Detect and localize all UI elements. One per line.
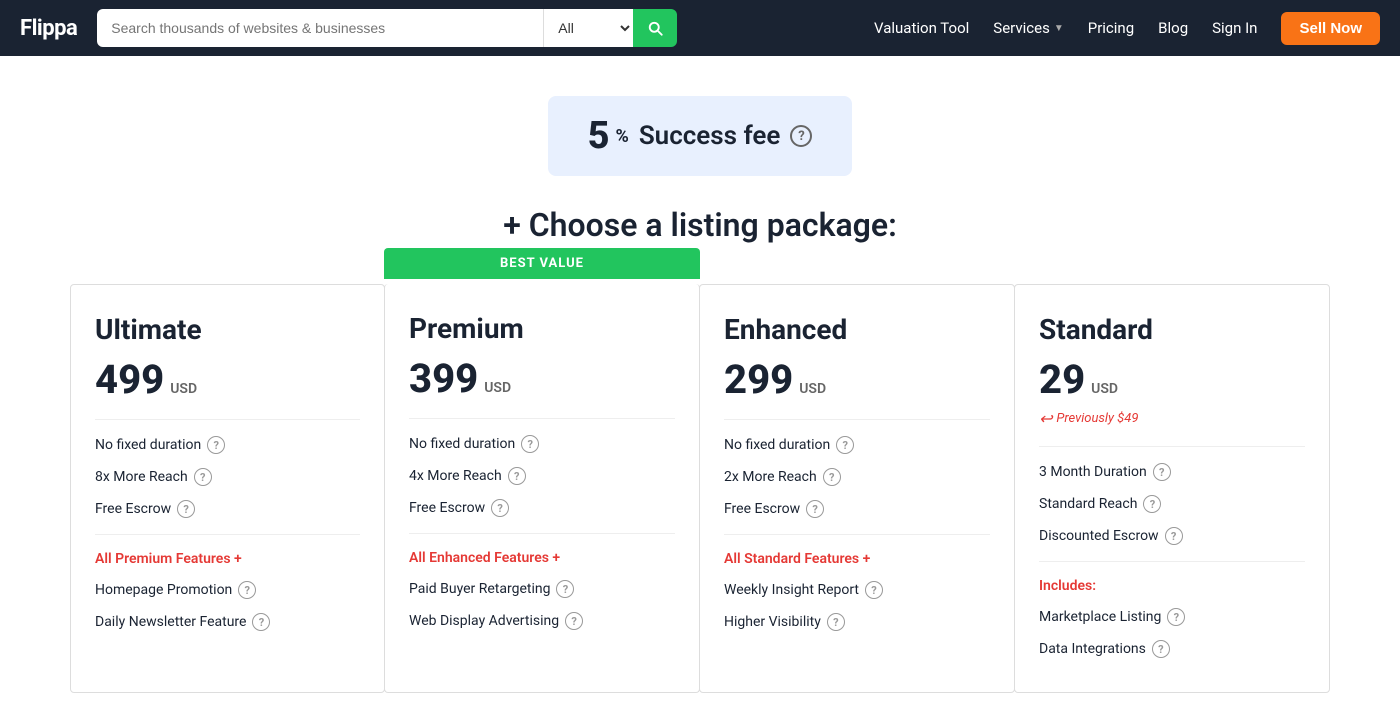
success-fee-percent: % bbox=[616, 126, 629, 147]
divider-2 bbox=[95, 534, 360, 535]
help-icon[interactable]: ? bbox=[1165, 527, 1183, 545]
all-features-link[interactable]: All Enhanced Features + bbox=[409, 550, 675, 566]
help-icon[interactable]: ? bbox=[1153, 463, 1171, 481]
success-fee-number: 5 bbox=[588, 114, 610, 158]
valuation-tool-link[interactable]: Valuation Tool bbox=[874, 19, 969, 37]
card-ultimate-price-row: 499 USD bbox=[95, 356, 360, 403]
help-icon[interactable]: ? bbox=[1167, 608, 1185, 626]
help-icon[interactable]: ? bbox=[865, 581, 883, 599]
card-standard-title: Standard bbox=[1039, 313, 1305, 346]
feature-newsletter: Daily Newsletter Feature ? bbox=[95, 613, 360, 631]
card-enhanced: Enhanced 299 USD No fixed duration ? 2x … bbox=[699, 284, 1015, 693]
help-icon[interactable]: ? bbox=[827, 613, 845, 631]
divider-2 bbox=[409, 533, 675, 534]
feature-reach: Standard Reach ? bbox=[1039, 495, 1305, 513]
feature-escrow: Free Escrow ? bbox=[409, 499, 675, 517]
help-icon[interactable]: ? bbox=[252, 613, 270, 631]
navbar: Flippa All Websites Apps Domains Busines… bbox=[0, 0, 1400, 56]
divider-2 bbox=[1039, 561, 1305, 562]
card-ultimate-price: 499 bbox=[95, 356, 164, 403]
main-content: 5 % Success fee ? + Choose a listing pac… bbox=[50, 56, 1350, 713]
includes-label: Includes: bbox=[1039, 578, 1305, 594]
divider bbox=[724, 419, 990, 420]
card-enhanced-title: Enhanced bbox=[724, 313, 990, 346]
success-fee-label: Success fee bbox=[639, 121, 781, 151]
feature-escrow: Free Escrow ? bbox=[724, 500, 990, 518]
help-icon[interactable]: ? bbox=[556, 580, 574, 598]
sign-in-link[interactable]: Sign In bbox=[1212, 19, 1257, 37]
card-premium-currency: USD bbox=[484, 380, 511, 396]
help-icon[interactable]: ? bbox=[521, 435, 539, 453]
card-premium-price: 399 bbox=[409, 355, 478, 402]
logo: Flippa bbox=[20, 16, 77, 41]
search-icon bbox=[646, 19, 664, 37]
divider bbox=[409, 418, 675, 419]
divider bbox=[95, 419, 360, 420]
best-value-banner: BEST VALUE bbox=[384, 248, 700, 279]
feature-no-fixed-duration: No fixed duration ? bbox=[409, 435, 675, 453]
search-button[interactable] bbox=[633, 9, 677, 47]
help-icon[interactable]: ? bbox=[194, 468, 212, 486]
card-premium: BEST VALUE Premium 399 USD No fixed dura… bbox=[384, 284, 700, 693]
card-enhanced-price-row: 299 USD bbox=[724, 356, 990, 403]
feature-data-integrations: Data Integrations ? bbox=[1039, 640, 1305, 658]
arrow-icon: ↩ bbox=[1039, 409, 1052, 428]
feature-escrow: Discounted Escrow ? bbox=[1039, 527, 1305, 545]
card-standard: Standard 29 USD ↩ Previously $49 3 Month… bbox=[1014, 284, 1330, 693]
card-enhanced-currency: USD bbox=[799, 381, 826, 397]
feature-visibility: Higher Visibility ? bbox=[724, 613, 990, 631]
help-icon[interactable]: ? bbox=[1152, 640, 1170, 658]
previously-price: ↩ Previously $49 bbox=[1039, 409, 1305, 428]
search-category-select[interactable]: All Websites Apps Domains Businesses bbox=[543, 9, 633, 47]
help-icon[interactable]: ? bbox=[806, 500, 824, 518]
card-premium-title: Premium bbox=[409, 312, 675, 345]
feature-no-fixed-duration: No fixed duration ? bbox=[95, 436, 360, 454]
help-icon[interactable]: ? bbox=[491, 499, 509, 517]
all-features-link[interactable]: All Standard Features + bbox=[724, 551, 990, 567]
pricing-link[interactable]: Pricing bbox=[1088, 19, 1134, 37]
blog-link[interactable]: Blog bbox=[1158, 19, 1188, 37]
feature-display-advertising: Web Display Advertising ? bbox=[409, 612, 675, 630]
help-icon[interactable]: ? bbox=[238, 581, 256, 599]
help-icon[interactable]: ? bbox=[836, 436, 854, 454]
card-standard-currency: USD bbox=[1091, 381, 1118, 397]
help-icon[interactable]: ? bbox=[823, 468, 841, 486]
help-icon[interactable]: ? bbox=[177, 500, 195, 518]
card-ultimate-title: Ultimate bbox=[95, 313, 360, 346]
search-bar: All Websites Apps Domains Businesses bbox=[97, 9, 677, 47]
feature-reach: 2x More Reach ? bbox=[724, 468, 990, 486]
divider bbox=[1039, 446, 1305, 447]
feature-homepage-promotion: Homepage Promotion ? bbox=[95, 581, 360, 599]
search-input[interactable] bbox=[97, 9, 543, 47]
services-chevron-icon: ▼ bbox=[1054, 23, 1064, 34]
card-standard-price: 29 bbox=[1039, 356, 1085, 403]
card-premium-price-row: 399 USD bbox=[409, 355, 675, 402]
feature-no-fixed-duration: No fixed duration ? bbox=[724, 436, 990, 454]
choose-package-title: + Choose a listing package: bbox=[70, 206, 1330, 244]
help-icon[interactable]: ? bbox=[508, 467, 526, 485]
card-ultimate-currency: USD bbox=[170, 381, 197, 397]
services-link[interactable]: Services ▼ bbox=[993, 19, 1063, 37]
card-standard-price-row: 29 USD bbox=[1039, 356, 1305, 403]
success-fee-badge: 5 % Success fee ? bbox=[548, 96, 853, 176]
success-fee-section: 5 % Success fee ? bbox=[70, 96, 1330, 176]
feature-reach: 4x More Reach ? bbox=[409, 467, 675, 485]
feature-buyer-retargeting: Paid Buyer Retargeting ? bbox=[409, 580, 675, 598]
all-features-link[interactable]: All Premium Features + bbox=[95, 551, 360, 567]
feature-reach: 8x More Reach ? bbox=[95, 468, 360, 486]
pricing-cards: Ultimate 499 USD No fixed duration ? 8x … bbox=[70, 284, 1330, 693]
nav-links: Valuation Tool Services ▼ Pricing Blog S… bbox=[874, 12, 1380, 45]
feature-escrow: Free Escrow ? bbox=[95, 500, 360, 518]
feature-weekly-report: Weekly Insight Report ? bbox=[724, 581, 990, 599]
card-enhanced-price: 299 bbox=[724, 356, 793, 403]
help-icon[interactable]: ? bbox=[207, 436, 225, 454]
feature-duration: 3 Month Duration ? bbox=[1039, 463, 1305, 481]
feature-marketplace-listing: Marketplace Listing ? bbox=[1039, 608, 1305, 626]
help-icon[interactable]: ? bbox=[565, 612, 583, 630]
sell-now-button[interactable]: Sell Now bbox=[1281, 12, 1380, 45]
help-icon[interactable]: ? bbox=[1143, 495, 1161, 513]
divider-2 bbox=[724, 534, 990, 535]
success-fee-help-icon[interactable]: ? bbox=[790, 125, 812, 147]
card-ultimate: Ultimate 499 USD No fixed duration ? 8x … bbox=[70, 284, 385, 693]
